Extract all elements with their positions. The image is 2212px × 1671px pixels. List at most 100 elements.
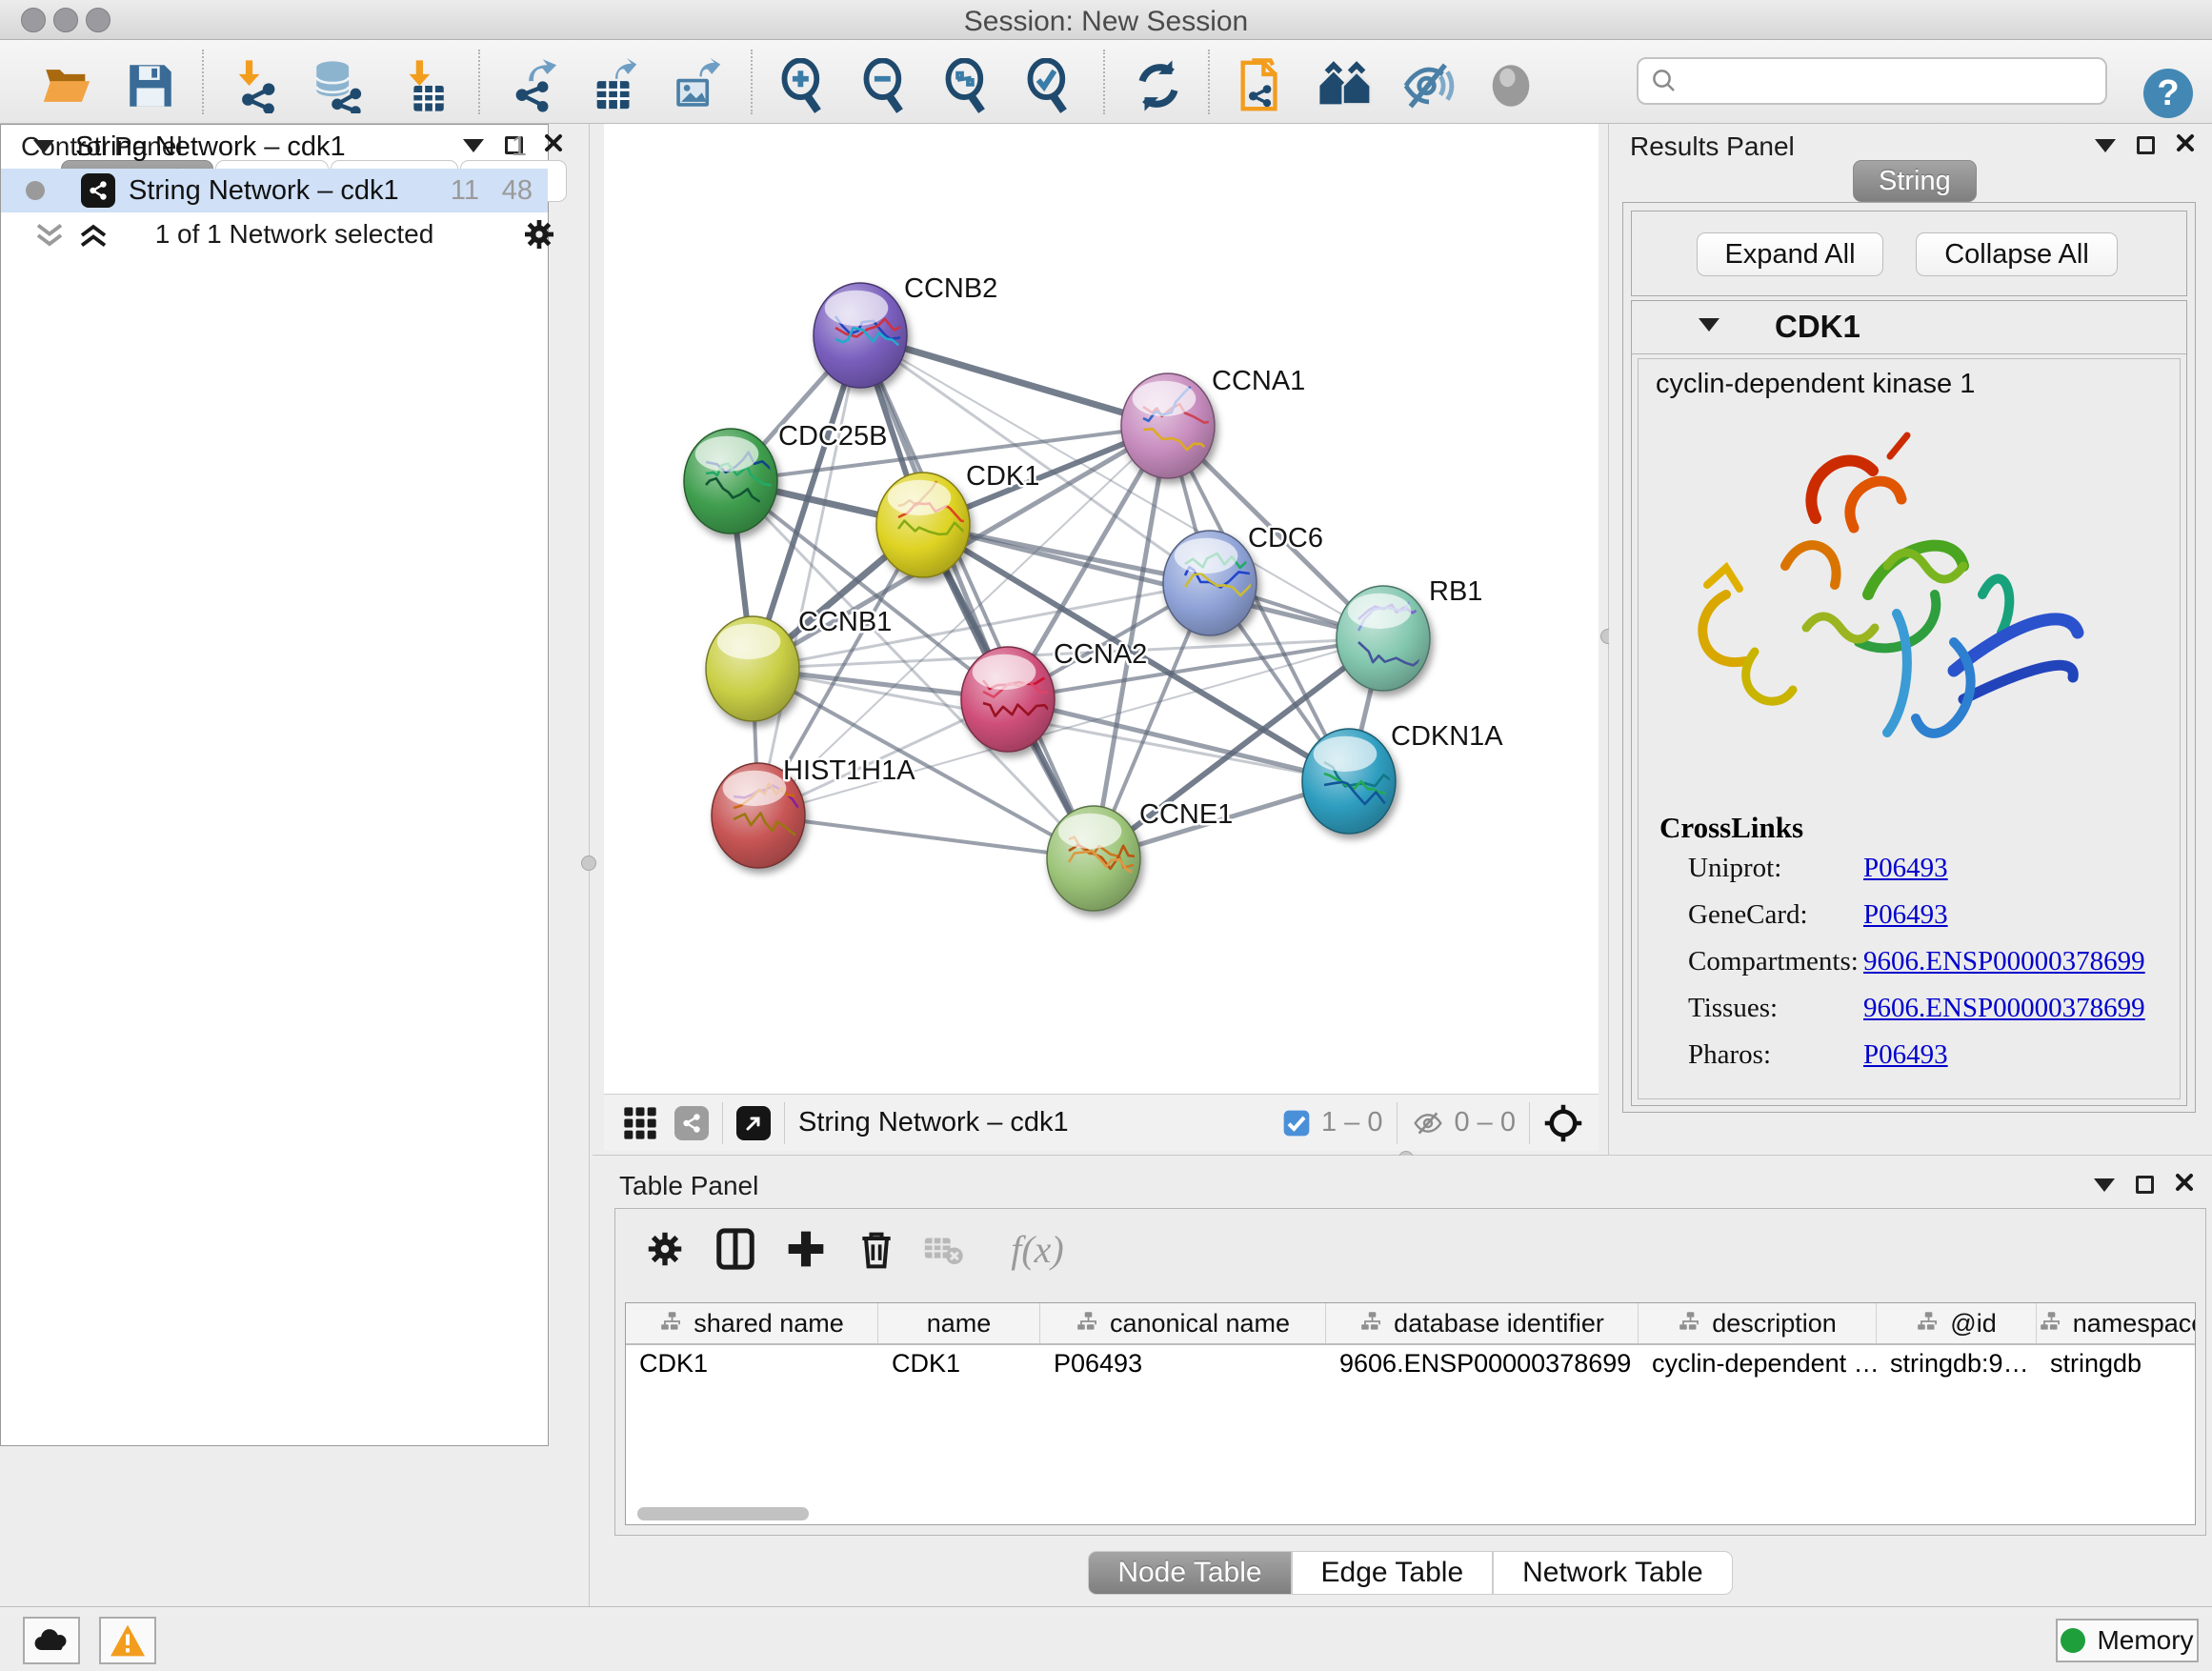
table-panel-collapse-icon[interactable] [2094, 1178, 2115, 1192]
eye-icon[interactable] [1480, 55, 1541, 116]
table-panel-title: Table Panel [619, 1171, 758, 1201]
refresh-icon[interactable] [1128, 55, 1189, 116]
table-panel-tabs: Node TableEdge TableNetwork Table [614, 1551, 2206, 1595]
table-panel-close-icon[interactable] [2175, 1173, 2194, 1197]
crosslink-link[interactable]: P06493 [1863, 1039, 1948, 1070]
table-columns-icon[interactable] [709, 1222, 762, 1276]
import-network-file-icon[interactable] [227, 55, 288, 116]
table-cell[interactable]: 9606.ENSP00000378699 [1326, 1345, 1639, 1385]
column-header-shared-name[interactable]: shared name [626, 1303, 878, 1343]
tab-network-table[interactable]: Network Table [1493, 1551, 1733, 1595]
crosslinks-list: Uniprot:P06493GeneCard:P06493Compartment… [1688, 853, 2164, 1086]
gene-collapse-icon[interactable] [1699, 318, 1719, 332]
edge-HIST1H1A-CCNE1[interactable] [758, 815, 1094, 858]
node-CCNA1[interactable]: CCNA1 [1121, 366, 1305, 478]
export-table-icon[interactable] [585, 55, 646, 116]
show-hide-graphics-icon[interactable] [1398, 55, 1459, 116]
search-input[interactable] [1679, 67, 2079, 96]
hidden-eye-icon[interactable] [1411, 1108, 1445, 1138]
edge-CCNB2-HIST1H1A[interactable] [758, 335, 860, 815]
zoom-selected-icon[interactable] [1019, 55, 1080, 116]
node-HIST1H1A[interactable]: HIST1H1A [712, 755, 915, 868]
memory-button[interactable]: Memory [2056, 1619, 2199, 1662]
network-collection-row[interactable]: String Network – cdk1 1 [1, 125, 548, 169]
column-header-database-identifier[interactable]: database identifier [1326, 1303, 1639, 1343]
tab-edge-table[interactable]: Edge Table [1292, 1551, 1494, 1595]
fit-selected-crosshair-icon[interactable] [1543, 1103, 1583, 1143]
save-session-icon[interactable] [120, 55, 181, 116]
birdseye-grid-icon[interactable] [621, 1104, 659, 1142]
network-label: String Network – cdk1 [129, 175, 399, 207]
column-header--id[interactable]: @id [1877, 1303, 2037, 1343]
results-tab-string[interactable]: String [1853, 160, 1977, 202]
results-panel-title: Results Panel [1630, 131, 1795, 162]
crosslink-link[interactable]: 9606.ENSP00000378699 [1863, 993, 2145, 1023]
open-session-icon[interactable] [36, 55, 97, 116]
table-panel-float-icon[interactable] [2136, 1176, 2154, 1194]
crosslink-row: Tissues:9606.ENSP00000378699 [1688, 993, 2164, 1024]
node-label-CDC25B: CDC25B [778, 421, 887, 452]
network-share-icon[interactable] [674, 1106, 709, 1140]
column-header-description[interactable]: description [1639, 1303, 1877, 1343]
table-delete-table-icon [916, 1222, 970, 1276]
shared-column-icon [1359, 1309, 1384, 1339]
import-network-database-icon[interactable] [307, 55, 368, 116]
results-panel-float-icon[interactable] [2137, 136, 2155, 154]
search-field[interactable] [1637, 57, 2107, 105]
table-cell[interactable]: stringdb:9… [1877, 1345, 2037, 1385]
column-header-canonical-name[interactable]: canonical name [1040, 1303, 1326, 1343]
table-row[interactable]: CDK1CDK1P064939606.ENSP00000378699cyclin… [626, 1345, 2195, 1385]
first-neighbors-icon[interactable] [1315, 55, 1376, 116]
column-header-name[interactable]: name [878, 1303, 1040, 1343]
results-panel-close-icon[interactable] [2176, 133, 2195, 157]
expand-all-button[interactable]: Expand All [1697, 232, 1883, 276]
network-view-toolbar: String Network – cdk1 1 – 0 0 – 0 [604, 1094, 1599, 1151]
open-in-new-icon[interactable] [736, 1106, 771, 1140]
node-CDC25B[interactable]: CDC25B [684, 421, 887, 534]
help-button[interactable]: ? [2143, 69, 2193, 118]
import-table-file-icon[interactable] [392, 55, 453, 116]
collection-expand-icon[interactable] [33, 140, 54, 153]
table-cell[interactable]: CDK1 [626, 1345, 878, 1385]
network-view-title: String Network – cdk1 [798, 1107, 1069, 1138]
node-RB1[interactable]: RB1 [1337, 576, 1482, 691]
column-header-namespace[interactable]: namespace [2037, 1303, 2196, 1343]
crosslink-row: Pharos:P06493 [1688, 1039, 2164, 1071]
node-CDKN1A[interactable]: CDKN1A [1302, 721, 1503, 834]
table-cell[interactable]: CDK1 [878, 1345, 1040, 1385]
selection-summary: 1 of 1 Network selected [0, 219, 589, 250]
crosslink-link[interactable]: P06493 [1863, 899, 1948, 930]
toolbar-separator [1103, 50, 1105, 114]
tab-node-table[interactable]: Node Table [1088, 1551, 1291, 1595]
network-row-selected[interactable]: String Network – cdk1 11 48 [1, 169, 548, 212]
gene-header[interactable]: CDK1 [1632, 301, 2186, 354]
annotations-icon[interactable] [1231, 55, 1292, 116]
cloud-button[interactable] [23, 1617, 80, 1664]
export-image-icon[interactable] [667, 55, 728, 116]
collapse-all-button[interactable]: Collapse All [1916, 232, 2118, 276]
export-network-icon[interactable] [503, 55, 564, 116]
node-CCNE1[interactable]: CCNE1 [1047, 799, 1233, 911]
table-cell[interactable]: stringdb [2037, 1345, 2196, 1385]
network-canvas[interactable]: CCNB2CCNA1CDC25BCDK1CDC6RB1CCNB1CCNA2CDK… [604, 124, 1599, 1094]
zoom-out-icon[interactable] [855, 55, 916, 116]
network-options-gear-icon[interactable] [520, 215, 558, 253]
crosslink-link[interactable]: 9606.ENSP00000378699 [1863, 946, 2145, 976]
table-add-column-icon[interactable] [779, 1222, 833, 1276]
table-delete-column-icon[interactable] [850, 1222, 903, 1276]
table-cell[interactable]: cyclin-dependent … [1639, 1345, 1877, 1385]
table-gear-icon[interactable] [638, 1222, 692, 1276]
node-label-CDKN1A: CDKN1A [1391, 721, 1503, 752]
title-bar: Session: New Session [0, 0, 2212, 40]
memory-label: Memory [2097, 1625, 2193, 1656]
table-cell[interactable]: P06493 [1040, 1345, 1326, 1385]
selected-checkbox-icon[interactable] [1281, 1108, 1312, 1138]
zoom-in-icon[interactable] [774, 55, 835, 116]
edge-CCNB2-CCNA1[interactable] [860, 335, 1168, 426]
table-horizontal-scrollbar[interactable] [637, 1507, 809, 1520]
crosslink-link[interactable]: P06493 [1863, 853, 1948, 883]
fit-content-icon[interactable] [937, 55, 998, 116]
warnings-button[interactable] [99, 1617, 156, 1664]
node-label-CDK1: CDK1 [966, 461, 1039, 492]
results-panel-collapse-icon[interactable] [2095, 139, 2116, 152]
